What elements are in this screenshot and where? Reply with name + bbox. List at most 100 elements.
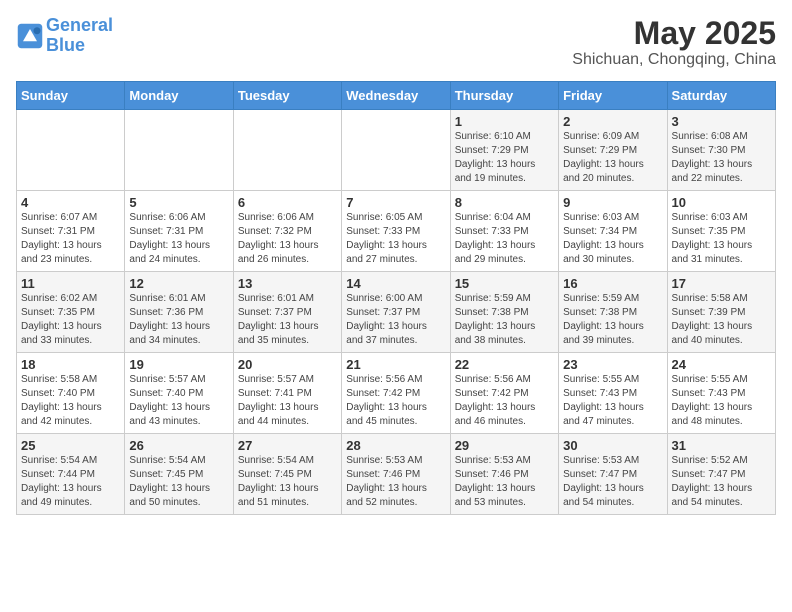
day-info: Sunrise: 5:53 AM Sunset: 7:47 PM Dayligh… <box>563 454 662 510</box>
week-row-2: 4Sunrise: 6:07 AM Sunset: 7:31 PM Daylig… <box>17 191 776 272</box>
day-cell: 19Sunrise: 5:57 AM Sunset: 7:40 PM Dayli… <box>125 353 233 434</box>
day-info: Sunrise: 6:03 AM Sunset: 7:34 PM Dayligh… <box>563 211 662 267</box>
day-number: 5 <box>129 195 228 210</box>
calendar-body: 1Sunrise: 6:10 AM Sunset: 7:29 PM Daylig… <box>17 110 776 515</box>
day-cell: 26Sunrise: 5:54 AM Sunset: 7:45 PM Dayli… <box>125 434 233 515</box>
day-number: 13 <box>238 276 337 291</box>
day-cell: 23Sunrise: 5:55 AM Sunset: 7:43 PM Dayli… <box>559 353 667 434</box>
day-info: Sunrise: 6:05 AM Sunset: 7:33 PM Dayligh… <box>346 211 445 267</box>
day-cell: 29Sunrise: 5:53 AM Sunset: 7:46 PM Dayli… <box>450 434 558 515</box>
day-cell: 20Sunrise: 5:57 AM Sunset: 7:41 PM Dayli… <box>233 353 341 434</box>
day-cell <box>17 110 125 191</box>
day-number: 4 <box>21 195 120 210</box>
week-row-1: 1Sunrise: 6:10 AM Sunset: 7:29 PM Daylig… <box>17 110 776 191</box>
day-info: Sunrise: 6:02 AM Sunset: 7:35 PM Dayligh… <box>21 292 120 348</box>
day-cell: 3Sunrise: 6:08 AM Sunset: 7:30 PM Daylig… <box>667 110 775 191</box>
day-info: Sunrise: 6:08 AM Sunset: 7:30 PM Dayligh… <box>672 130 771 186</box>
day-info: Sunrise: 6:00 AM Sunset: 7:37 PM Dayligh… <box>346 292 445 348</box>
day-number: 24 <box>672 357 771 372</box>
week-row-3: 11Sunrise: 6:02 AM Sunset: 7:35 PM Dayli… <box>17 272 776 353</box>
calendar-header: SundayMondayTuesdayWednesdayThursdayFrid… <box>17 82 776 110</box>
day-cell <box>342 110 450 191</box>
day-cell: 2Sunrise: 6:09 AM Sunset: 7:29 PM Daylig… <box>559 110 667 191</box>
day-number: 19 <box>129 357 228 372</box>
day-info: Sunrise: 5:54 AM Sunset: 7:45 PM Dayligh… <box>238 454 337 510</box>
day-cell: 18Sunrise: 5:58 AM Sunset: 7:40 PM Dayli… <box>17 353 125 434</box>
day-info: Sunrise: 5:58 AM Sunset: 7:40 PM Dayligh… <box>21 373 120 429</box>
day-number: 25 <box>21 438 120 453</box>
day-number: 2 <box>563 114 662 129</box>
calendar-table: SundayMondayTuesdayWednesdayThursdayFrid… <box>16 81 776 515</box>
day-cell: 17Sunrise: 5:58 AM Sunset: 7:39 PM Dayli… <box>667 272 775 353</box>
day-info: Sunrise: 5:56 AM Sunset: 7:42 PM Dayligh… <box>455 373 554 429</box>
day-number: 23 <box>563 357 662 372</box>
calendar-title: May 2025 <box>572 16 776 51</box>
day-cell: 9Sunrise: 6:03 AM Sunset: 7:34 PM Daylig… <box>559 191 667 272</box>
day-cell: 7Sunrise: 6:05 AM Sunset: 7:33 PM Daylig… <box>342 191 450 272</box>
day-cell: 6Sunrise: 6:06 AM Sunset: 7:32 PM Daylig… <box>233 191 341 272</box>
header-cell-saturday: Saturday <box>667 82 775 110</box>
day-number: 26 <box>129 438 228 453</box>
day-cell <box>125 110 233 191</box>
day-cell: 12Sunrise: 6:01 AM Sunset: 7:36 PM Dayli… <box>125 272 233 353</box>
title-block: May 2025 Shichuan, Chongqing, China <box>572 16 776 69</box>
day-cell: 11Sunrise: 6:02 AM Sunset: 7:35 PM Dayli… <box>17 272 125 353</box>
header-row: SundayMondayTuesdayWednesdayThursdayFrid… <box>17 82 776 110</box>
day-cell: 5Sunrise: 6:06 AM Sunset: 7:31 PM Daylig… <box>125 191 233 272</box>
day-number: 18 <box>21 357 120 372</box>
day-info: Sunrise: 5:54 AM Sunset: 7:44 PM Dayligh… <box>21 454 120 510</box>
day-info: Sunrise: 5:53 AM Sunset: 7:46 PM Dayligh… <box>455 454 554 510</box>
page-header: General Blue May 2025 Shichuan, Chongqin… <box>16 16 776 69</box>
logo-line2: Blue <box>46 35 85 55</box>
day-cell: 21Sunrise: 5:56 AM Sunset: 7:42 PM Dayli… <box>342 353 450 434</box>
day-number: 16 <box>563 276 662 291</box>
logo: General Blue <box>16 16 113 56</box>
day-number: 15 <box>455 276 554 291</box>
logo-icon <box>16 22 44 50</box>
week-row-5: 25Sunrise: 5:54 AM Sunset: 7:44 PM Dayli… <box>17 434 776 515</box>
day-number: 6 <box>238 195 337 210</box>
day-number: 27 <box>238 438 337 453</box>
day-cell: 31Sunrise: 5:52 AM Sunset: 7:47 PM Dayli… <box>667 434 775 515</box>
day-number: 11 <box>21 276 120 291</box>
day-number: 10 <box>672 195 771 210</box>
day-number: 3 <box>672 114 771 129</box>
day-info: Sunrise: 5:55 AM Sunset: 7:43 PM Dayligh… <box>563 373 662 429</box>
day-cell: 28Sunrise: 5:53 AM Sunset: 7:46 PM Dayli… <box>342 434 450 515</box>
day-number: 22 <box>455 357 554 372</box>
day-cell: 30Sunrise: 5:53 AM Sunset: 7:47 PM Dayli… <box>559 434 667 515</box>
day-cell: 16Sunrise: 5:59 AM Sunset: 7:38 PM Dayli… <box>559 272 667 353</box>
header-cell-friday: Friday <box>559 82 667 110</box>
calendar-subtitle: Shichuan, Chongqing, China <box>572 51 776 69</box>
day-number: 14 <box>346 276 445 291</box>
day-info: Sunrise: 5:55 AM Sunset: 7:43 PM Dayligh… <box>672 373 771 429</box>
day-cell: 27Sunrise: 5:54 AM Sunset: 7:45 PM Dayli… <box>233 434 341 515</box>
day-number: 20 <box>238 357 337 372</box>
day-cell: 10Sunrise: 6:03 AM Sunset: 7:35 PM Dayli… <box>667 191 775 272</box>
day-info: Sunrise: 6:06 AM Sunset: 7:31 PM Dayligh… <box>129 211 228 267</box>
day-number: 31 <box>672 438 771 453</box>
day-number: 7 <box>346 195 445 210</box>
day-number: 28 <box>346 438 445 453</box>
day-cell: 25Sunrise: 5:54 AM Sunset: 7:44 PM Dayli… <box>17 434 125 515</box>
day-number: 8 <box>455 195 554 210</box>
day-info: Sunrise: 5:57 AM Sunset: 7:40 PM Dayligh… <box>129 373 228 429</box>
day-cell: 15Sunrise: 5:59 AM Sunset: 7:38 PM Dayli… <box>450 272 558 353</box>
day-cell: 8Sunrise: 6:04 AM Sunset: 7:33 PM Daylig… <box>450 191 558 272</box>
day-info: Sunrise: 6:01 AM Sunset: 7:37 PM Dayligh… <box>238 292 337 348</box>
logo-line1: General <box>46 15 113 35</box>
day-info: Sunrise: 5:59 AM Sunset: 7:38 PM Dayligh… <box>455 292 554 348</box>
day-cell: 24Sunrise: 5:55 AM Sunset: 7:43 PM Dayli… <box>667 353 775 434</box>
day-cell: 13Sunrise: 6:01 AM Sunset: 7:37 PM Dayli… <box>233 272 341 353</box>
day-cell: 14Sunrise: 6:00 AM Sunset: 7:37 PM Dayli… <box>342 272 450 353</box>
header-cell-tuesday: Tuesday <box>233 82 341 110</box>
day-number: 30 <box>563 438 662 453</box>
day-info: Sunrise: 6:04 AM Sunset: 7:33 PM Dayligh… <box>455 211 554 267</box>
day-info: Sunrise: 5:53 AM Sunset: 7:46 PM Dayligh… <box>346 454 445 510</box>
day-info: Sunrise: 6:10 AM Sunset: 7:29 PM Dayligh… <box>455 130 554 186</box>
day-info: Sunrise: 6:07 AM Sunset: 7:31 PM Dayligh… <box>21 211 120 267</box>
header-cell-thursday: Thursday <box>450 82 558 110</box>
day-number: 9 <box>563 195 662 210</box>
day-number: 29 <box>455 438 554 453</box>
day-info: Sunrise: 5:58 AM Sunset: 7:39 PM Dayligh… <box>672 292 771 348</box>
